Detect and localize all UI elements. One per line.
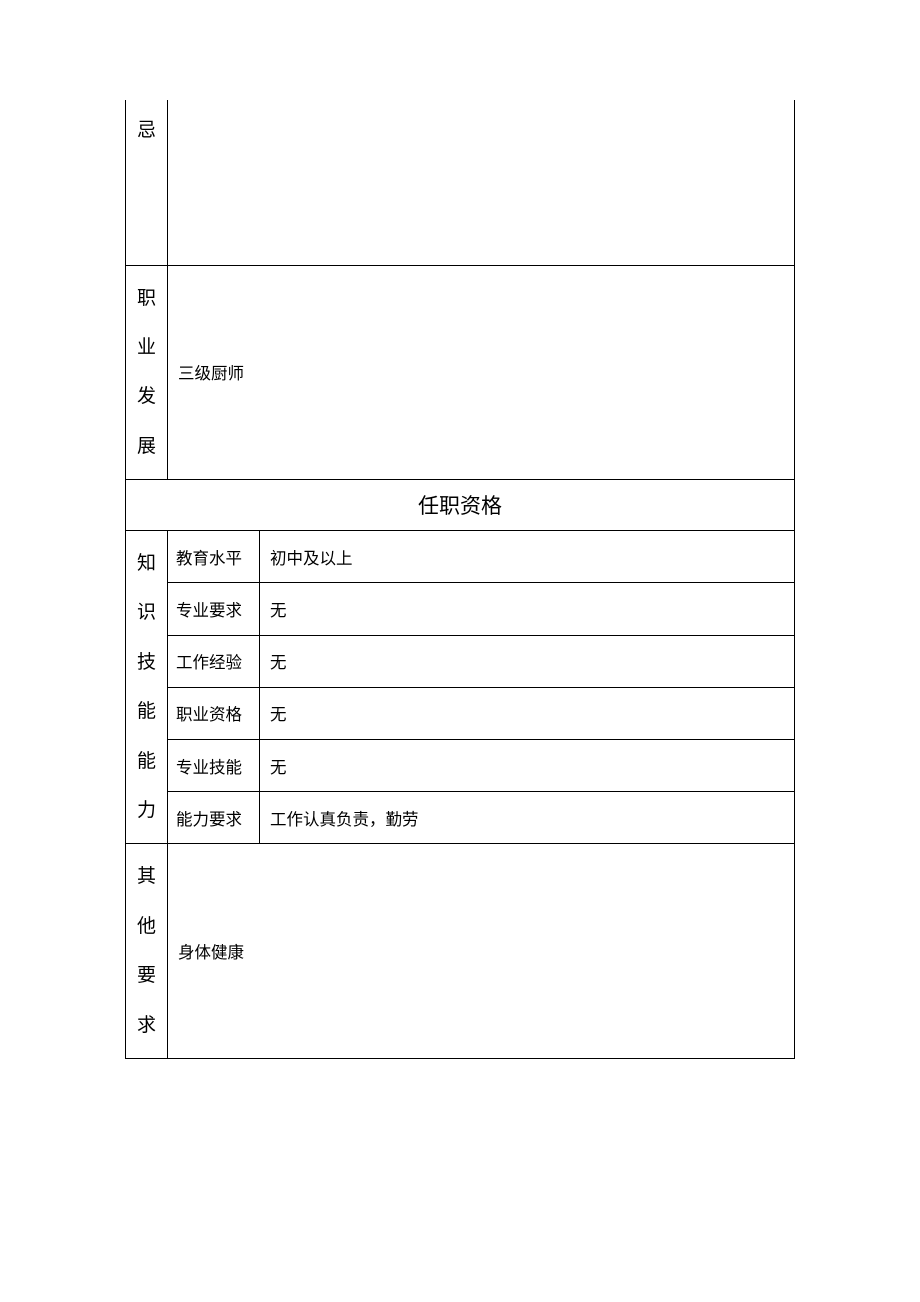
sub-label-cell: 能力要求 [168, 792, 260, 844]
table-row: 职 业 发 展 三级厨师 [126, 265, 795, 480]
label-text: 忌 [126, 106, 167, 155]
label-char: 要 [126, 951, 167, 1000]
document-page: 忌 职 业 发 展 三级厨师 任职资格 [0, 0, 920, 1059]
section-header-cell: 任职资格 [126, 480, 795, 531]
value-text: 无 [270, 705, 287, 724]
label-char: 其 [126, 852, 167, 901]
value-text: 无 [270, 758, 287, 777]
label-char: 他 [126, 902, 167, 951]
empty-cell [168, 100, 795, 265]
sub-label-cell: 专业要求 [168, 583, 260, 635]
label-char: 发 [126, 372, 167, 421]
label-cell-knowledge: 知 识 技 能 能 力 [126, 531, 168, 844]
value-text: 工作认真负责，勤劳 [270, 810, 419, 829]
other-value-cell: 身体健康 [168, 844, 795, 1059]
table-row: 职业资格 无 [126, 687, 795, 739]
value-cell: 无 [260, 739, 795, 791]
sub-label-text: 能力要求 [176, 810, 242, 829]
sub-label-text: 职业资格 [176, 705, 242, 724]
label-char: 知 [126, 539, 167, 588]
label-cell-ji: 忌 [126, 100, 168, 265]
value-text: 无 [270, 653, 287, 672]
label-cell-other: 其 他 要 求 [126, 844, 168, 1059]
table-row: 专业要求 无 [126, 583, 795, 635]
value-cell: 无 [260, 635, 795, 687]
label-cell-career: 职 业 发 展 [126, 265, 168, 480]
value-text: 初中及以上 [270, 549, 353, 568]
career-value-cell: 三级厨师 [168, 265, 795, 480]
label-char: 求 [126, 1001, 167, 1050]
sub-label-text: 专业要求 [176, 601, 242, 620]
value-cell: 无 [260, 687, 795, 739]
table-row: 工作经验 无 [126, 635, 795, 687]
table-row: 其 他 要 求 身体健康 [126, 844, 795, 1059]
value-text: 无 [270, 601, 287, 620]
value-text: 身体健康 [178, 943, 244, 962]
section-header-row: 任职资格 [126, 480, 795, 531]
value-cell: 初中及以上 [260, 531, 795, 583]
sub-label-cell: 教育水平 [168, 531, 260, 583]
label-char: 职 [126, 274, 167, 323]
section-header-text: 任职资格 [418, 494, 502, 518]
sub-label-cell: 工作经验 [168, 635, 260, 687]
table-row: 专业技能 无 [126, 739, 795, 791]
label-char: 能 [126, 737, 167, 786]
label-char: 业 [126, 323, 167, 372]
label-char: 力 [126, 786, 167, 835]
value-cell: 无 [260, 583, 795, 635]
table-row: 忌 [126, 100, 795, 265]
sub-label-text: 专业技能 [176, 758, 242, 777]
label-char: 识 [126, 588, 167, 637]
value-cell: 工作认真负责，勤劳 [260, 792, 795, 844]
table-row: 能力要求 工作认真负责，勤劳 [126, 792, 795, 844]
job-qualification-table: 忌 职 业 发 展 三级厨师 任职资格 [125, 100, 795, 1059]
sub-label-cell: 专业技能 [168, 739, 260, 791]
value-text: 三级厨师 [178, 364, 244, 383]
sub-label-text: 工作经验 [176, 653, 242, 672]
table-row: 知 识 技 能 能 力 教育水平 初中及以上 [126, 531, 795, 583]
sub-label-cell: 职业资格 [168, 687, 260, 739]
label-char: 展 [126, 422, 167, 471]
sub-label-text: 教育水平 [176, 549, 242, 568]
label-char: 技 [126, 638, 167, 687]
label-char: 能 [126, 687, 167, 736]
